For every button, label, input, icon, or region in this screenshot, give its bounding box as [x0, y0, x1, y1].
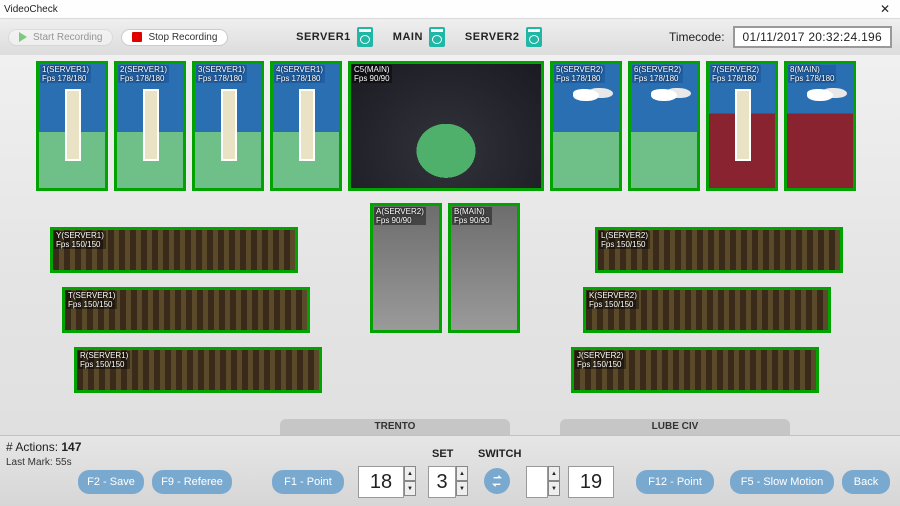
- status-info: # Actions: 147 Last Mark: 55s: [6, 440, 81, 468]
- title-bar: VideoCheck ✕: [0, 0, 900, 19]
- feed-header: K(SERVER2)Fps 150/150: [587, 291, 639, 309]
- set-spinner[interactable]: ▲▼: [456, 466, 468, 496]
- score-right: 19: [568, 466, 614, 498]
- team-left-tab: TRENTO: [280, 419, 510, 435]
- feed-header: Y(SERVER1)Fps 150/150: [54, 231, 106, 249]
- start-recording-button[interactable]: Start Recording: [8, 29, 113, 46]
- server-status-group: SERVER1 MAIN SERVER2: [296, 27, 541, 47]
- switch-box: [526, 466, 548, 498]
- f9-referee-button[interactable]: F9 - Referee: [152, 470, 232, 494]
- server-icon: [357, 27, 373, 47]
- toolbar: Start Recording Stop Recording SERVER1 M…: [0, 19, 900, 55]
- server1-label: SERVER1: [296, 31, 351, 43]
- camera-feed-4[interactable]: 4(SERVER1)Fps 178/180: [270, 61, 342, 191]
- feed-header: C5(MAIN)Fps 90/90: [352, 65, 392, 83]
- camera-grid: 1(SERVER1)Fps 178/180 2(SERVER1)Fps 178/…: [0, 55, 900, 435]
- back-button[interactable]: Back: [842, 470, 890, 494]
- camera-feed-3[interactable]: 3(SERVER1)Fps 178/180: [192, 61, 264, 191]
- switch-spinner[interactable]: ▲▼: [548, 466, 560, 496]
- camera-feed-8[interactable]: 8(MAIN)Fps 178/180: [784, 61, 856, 191]
- switch-button[interactable]: [484, 468, 510, 494]
- feed-header: 3(SERVER1)Fps 178/180: [196, 65, 247, 83]
- main-label: MAIN: [393, 31, 423, 43]
- feed-header: 8(MAIN)Fps 178/180: [788, 65, 836, 83]
- feed-header: 2(SERVER1)Fps 178/180: [118, 65, 169, 83]
- camera-feed-1[interactable]: 1(SERVER1)Fps 178/180: [36, 61, 108, 191]
- camera-feed-2[interactable]: 2(SERVER1)Fps 178/180: [114, 61, 186, 191]
- last-mark: Last Mark: 55s: [6, 457, 72, 468]
- score-left-spinner[interactable]: ▲▼: [404, 466, 416, 496]
- server2-status: SERVER2: [465, 27, 542, 47]
- feed-header: 6(SERVER2)Fps 178/180: [632, 65, 683, 83]
- feed-header: B(MAIN)Fps 90/90: [452, 207, 492, 225]
- actions-label: # Actions:: [6, 440, 58, 454]
- camera-feed-t[interactable]: T(SERVER1)Fps 150/150: [62, 287, 310, 333]
- app-title: VideoCheck: [4, 4, 58, 15]
- camera-feed-5[interactable]: 5(SERVER2)Fps 178/180: [550, 61, 622, 191]
- close-icon[interactable]: ✕: [874, 2, 896, 16]
- feed-header: A(SERVER2)Fps 90/90: [374, 207, 426, 225]
- server-icon: [429, 27, 445, 47]
- feed-header: 4(SERVER1)Fps 178/180: [274, 65, 325, 83]
- camera-feed-b[interactable]: B(MAIN)Fps 90/90: [448, 203, 520, 333]
- camera-feed-main[interactable]: C5(MAIN)Fps 90/90: [348, 61, 544, 191]
- set-number: 3: [428, 466, 456, 498]
- camera-feed-6[interactable]: 6(SERVER2)Fps 178/180: [628, 61, 700, 191]
- switch-label: SWITCH: [478, 448, 521, 460]
- main-status: MAIN: [393, 27, 445, 47]
- feed-header: 7(SERVER2)Fps 178/180: [710, 65, 761, 83]
- f12-point-button[interactable]: F12 - Point: [636, 470, 714, 494]
- feed-header: J(SERVER2)Fps 150/150: [575, 351, 626, 369]
- swap-icon: [489, 473, 505, 489]
- camera-feed-7[interactable]: 7(SERVER2)Fps 178/180: [706, 61, 778, 191]
- feed-header: R(SERVER1)Fps 150/150: [78, 351, 130, 369]
- timecode-value: 01/11/2017 20:32:24.196: [733, 26, 892, 48]
- camera-feed-a[interactable]: A(SERVER2)Fps 90/90: [370, 203, 442, 333]
- start-recording-label: Start Recording: [33, 32, 102, 43]
- f1-point-button[interactable]: F1 - Point: [272, 470, 344, 494]
- bottom-panel: # Actions: 147 Last Mark: 55s F2 - Save …: [0, 435, 900, 506]
- timecode-label: Timecode:: [669, 30, 725, 44]
- actions-count: 147: [61, 440, 81, 454]
- f2-save-button[interactable]: F2 - Save: [78, 470, 144, 494]
- camera-feed-j[interactable]: J(SERVER2)Fps 150/150: [571, 347, 819, 393]
- server2-label: SERVER2: [465, 31, 520, 43]
- feed-header: 1(SERVER1)Fps 178/180: [40, 65, 91, 83]
- stop-recording-label: Stop Recording: [148, 32, 217, 43]
- feed-header: 5(SERVER2)Fps 178/180: [554, 65, 605, 83]
- camera-feed-l[interactable]: L(SERVER2)Fps 150/150: [595, 227, 843, 273]
- camera-feed-y[interactable]: Y(SERVER1)Fps 150/150: [50, 227, 298, 273]
- set-label: SET: [432, 448, 453, 460]
- score-left: 18: [358, 466, 404, 498]
- f5-slowmotion-button[interactable]: F5 - Slow Motion: [730, 470, 834, 494]
- camera-feed-r[interactable]: R(SERVER1)Fps 150/150: [74, 347, 322, 393]
- stop-recording-button[interactable]: Stop Recording: [121, 29, 228, 46]
- play-icon: [19, 32, 27, 42]
- feed-header: L(SERVER2)Fps 150/150: [599, 231, 650, 249]
- feed-header: T(SERVER1)Fps 150/150: [66, 291, 117, 309]
- server1-status: SERVER1: [296, 27, 373, 47]
- team-right-tab: LUBE CIV: [560, 419, 790, 435]
- server-icon: [526, 27, 542, 47]
- camera-feed-k[interactable]: K(SERVER2)Fps 150/150: [583, 287, 831, 333]
- stop-icon: [132, 32, 142, 42]
